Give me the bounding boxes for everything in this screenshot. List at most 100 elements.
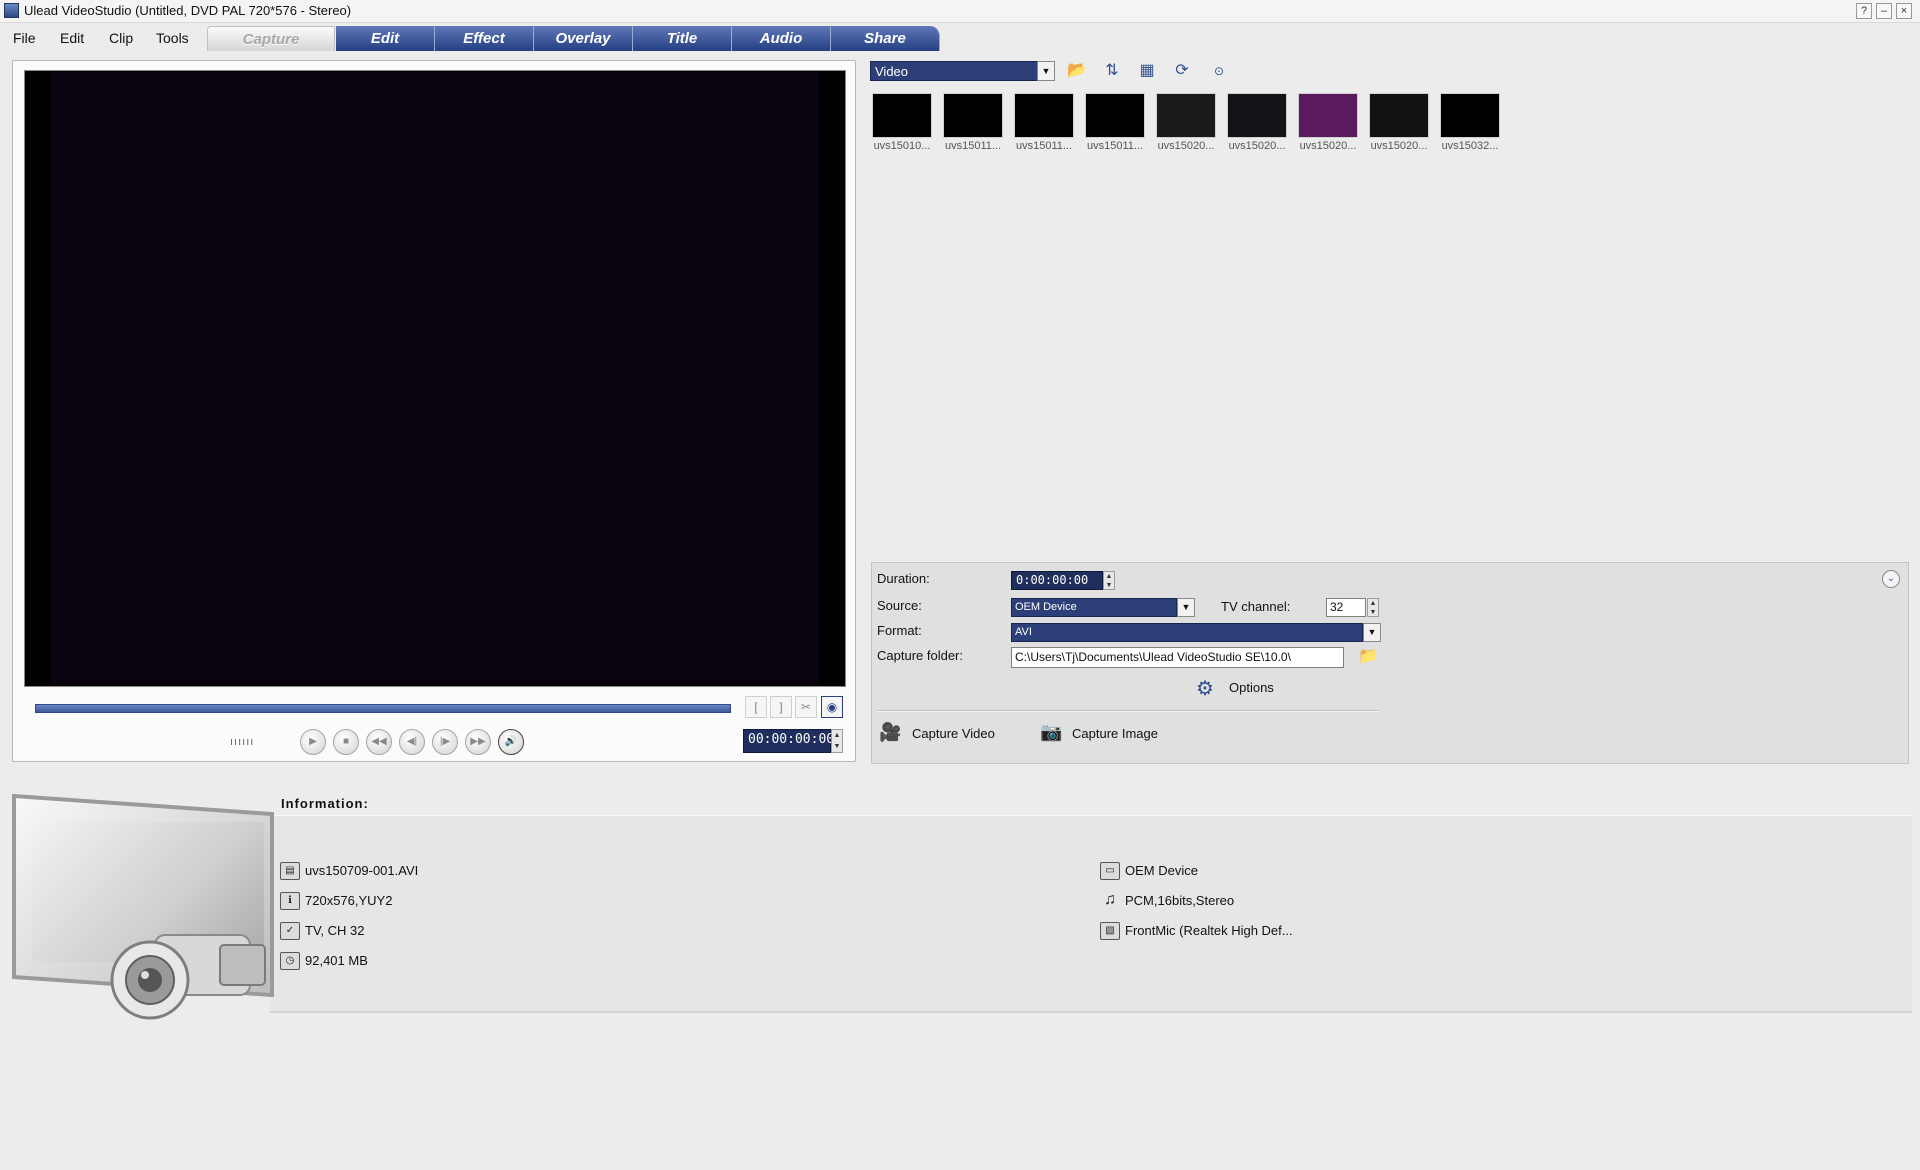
refresh-icon[interactable]: ⟳ bbox=[1169, 59, 1195, 83]
source-chevron-icon[interactable]: ▼ bbox=[1177, 598, 1195, 617]
folder-icon[interactable]: 📁 bbox=[1355, 645, 1381, 669]
library-thumbnail[interactable]: uvs15011... bbox=[1084, 92, 1146, 158]
thumbnail-image bbox=[1369, 93, 1429, 138]
mark-out-button[interactable]: ] bbox=[770, 696, 792, 718]
options-button[interactable]: Options bbox=[1229, 680, 1274, 695]
info-device: OEM Device bbox=[1125, 863, 1198, 878]
jog-dial[interactable]: ıııııı bbox=[230, 736, 254, 748]
capture-video-icon[interactable]: 🎥 bbox=[879, 722, 901, 743]
stop-button[interactable]: ■ bbox=[333, 729, 359, 755]
help-button[interactable]: ? bbox=[1856, 3, 1872, 19]
thumbnail-image bbox=[1440, 93, 1500, 138]
source-dropdown[interactable]: OEM Device bbox=[1011, 598, 1177, 617]
tab-overlay[interactable]: Overlay bbox=[534, 26, 633, 51]
microphone-icon: ▧ bbox=[1100, 922, 1120, 940]
library-category-dropdown[interactable]: Video bbox=[870, 61, 1055, 81]
expand-library-icon[interactable]: ⊙ bbox=[1206, 59, 1232, 83]
thumbnail-label: uvs15011... bbox=[1086, 140, 1144, 152]
menu-file[interactable]: File bbox=[13, 30, 36, 46]
capture-folder-label: Capture folder: bbox=[877, 648, 963, 663]
info-audio-input: FrontMic (Realtek High Def... bbox=[1125, 923, 1293, 938]
tab-audio[interactable]: Audio bbox=[732, 26, 831, 51]
timecode-spinner[interactable]: ▲ ▼ bbox=[831, 729, 843, 753]
minimize-button[interactable]: – bbox=[1876, 3, 1892, 19]
stop-icon: ■ bbox=[342, 736, 350, 747]
library-thumbnail[interactable]: uvs15020... bbox=[1297, 92, 1359, 158]
thumbnail-image bbox=[1014, 93, 1074, 138]
previous-frame-icon: ◀| bbox=[406, 736, 418, 747]
format-chevron-icon[interactable]: ▼ bbox=[1363, 623, 1381, 642]
library-thumbnail[interactable]: uvs15010... bbox=[871, 92, 933, 158]
thumbnail-image bbox=[1085, 93, 1145, 138]
thumbnail-label: uvs15032... bbox=[1441, 140, 1499, 152]
next-frame-button[interactable]: |▶ bbox=[432, 729, 458, 755]
previous-frame-button[interactable]: ◀| bbox=[399, 729, 425, 755]
mark-in-button[interactable]: [ bbox=[745, 696, 767, 718]
thumbnail-image bbox=[1298, 93, 1358, 138]
source-label: Source: bbox=[877, 598, 922, 613]
tv-channel-input[interactable]: 32 bbox=[1326, 598, 1366, 617]
capture-folder-input[interactable]: C:\Users\Tj\Documents\Ulead VideoStudio … bbox=[1011, 647, 1344, 668]
thumbnail-label: uvs15020... bbox=[1299, 140, 1357, 152]
thumbnail-image bbox=[872, 93, 932, 138]
info-audio-format: PCM,16bits,Stereo bbox=[1125, 893, 1235, 908]
thumbnail-image bbox=[1227, 93, 1287, 138]
info-resolution: 720x576,YUY2 bbox=[305, 893, 393, 908]
library-thumbnail[interactable]: uvs15020... bbox=[1226, 92, 1288, 158]
check-icon: ✓ bbox=[280, 922, 300, 940]
tab-share[interactable]: Share bbox=[831, 26, 940, 51]
camera-icon[interactable]: 📷 bbox=[1040, 722, 1062, 743]
library-thumbnail[interactable]: uvs15020... bbox=[1155, 92, 1217, 158]
duration-input[interactable]: 0:00:00:00 bbox=[1011, 571, 1103, 590]
capture-video-button[interactable]: Capture Video bbox=[912, 726, 995, 741]
library-thumbnail[interactable]: uvs15032... bbox=[1439, 92, 1501, 158]
sort-icon[interactable]: ⇅ bbox=[1099, 59, 1125, 83]
window-title: Ulead VideoStudio (Untitled, DVD PAL 720… bbox=[24, 3, 352, 18]
library-thumbnail[interactable]: uvs15011... bbox=[942, 92, 1004, 158]
menu-clip[interactable]: Clip bbox=[109, 30, 133, 46]
fast-forward-icon: ▶▶ bbox=[470, 736, 486, 747]
chevron-down-icon[interactable]: ▼ bbox=[1037, 61, 1055, 81]
menu-edit[interactable]: Edit bbox=[60, 30, 84, 46]
thumbnail-label: uvs15020... bbox=[1157, 140, 1215, 152]
information-panel bbox=[270, 815, 1912, 1013]
duration-label: Duration: bbox=[877, 571, 930, 586]
scissors-icon[interactable]: ✂ bbox=[795, 696, 817, 718]
app-icon bbox=[4, 3, 19, 18]
preview-timecode[interactable]: 00:00:00:00 bbox=[743, 729, 834, 753]
resolution-icon: ℹ bbox=[280, 892, 300, 910]
preview-video-area bbox=[51, 72, 819, 685]
duration-spinner[interactable]: ▲ ▼ bbox=[1103, 571, 1115, 590]
info-channel: TV, CH 32 bbox=[305, 923, 365, 938]
music-note-icon: ♫ bbox=[1104, 891, 1116, 908]
folder-open-icon[interactable]: 📂 bbox=[1064, 59, 1090, 83]
disk-icon: ◷ bbox=[280, 952, 300, 970]
play-icon: ▶ bbox=[309, 736, 317, 747]
scrubber-bar[interactable] bbox=[35, 704, 731, 713]
info-filename: uvs150709-001.AVI bbox=[305, 863, 419, 878]
tab-capture[interactable]: Capture bbox=[207, 26, 335, 51]
speaker-icon: 🔊 bbox=[504, 736, 518, 747]
format-dropdown[interactable]: AVI bbox=[1011, 623, 1363, 642]
tv-channel-spinner[interactable]: ▲ ▼ bbox=[1367, 598, 1379, 617]
gear-icon[interactable]: ⚙ bbox=[1196, 676, 1214, 701]
library-thumbnail[interactable]: uvs15020... bbox=[1368, 92, 1430, 158]
tab-edit[interactable]: Edit bbox=[336, 26, 435, 51]
format-label: Format: bbox=[877, 623, 922, 638]
tab-title[interactable]: Title bbox=[633, 26, 732, 51]
fast-forward-button[interactable]: ▶▶ bbox=[465, 729, 491, 755]
grid-view-icon[interactable]: ▦ bbox=[1134, 59, 1160, 83]
close-button[interactable]: × bbox=[1896, 3, 1912, 19]
menu-tools[interactable]: Tools bbox=[156, 30, 189, 46]
rewind-button[interactable]: ◀◀ bbox=[366, 729, 392, 755]
capture-image-button[interactable]: Capture Image bbox=[1072, 726, 1158, 741]
enlarge-preview-icon[interactable]: ◉ bbox=[821, 696, 843, 718]
library-thumbnail[interactable]: uvs15011... bbox=[1013, 92, 1075, 158]
collapse-icon[interactable]: ⌄ bbox=[1882, 570, 1900, 588]
tab-effect[interactable]: Effect bbox=[435, 26, 534, 51]
thumbnail-label: uvs15010... bbox=[873, 140, 931, 152]
play-button[interactable]: ▶ bbox=[300, 729, 326, 755]
volume-button[interactable]: 🔊 bbox=[498, 729, 524, 755]
information-title: Information: bbox=[281, 796, 369, 811]
options-divider bbox=[878, 710, 1378, 712]
